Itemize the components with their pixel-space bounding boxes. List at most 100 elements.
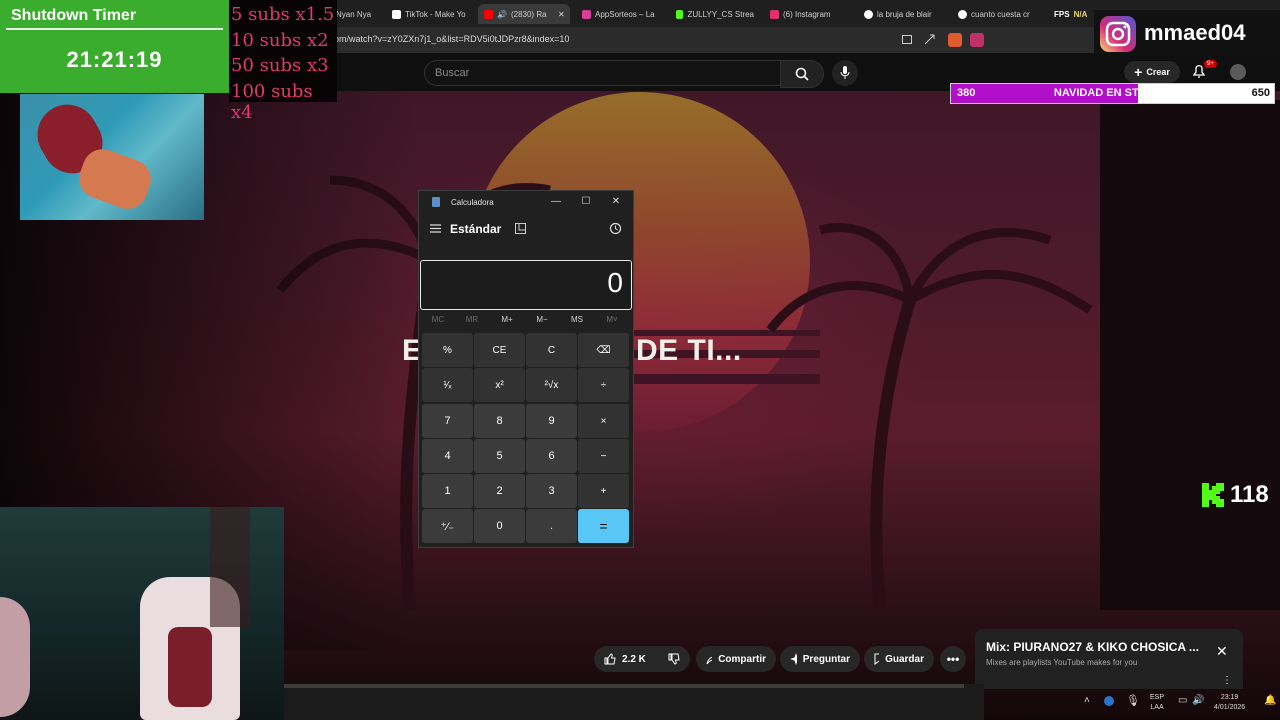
share-arrow-icon (706, 656, 713, 665)
system-tray: ˄ 🎙 ESP LAA ▭ 🔊 23:19 4/01/2026 🔔 (1074, 689, 1280, 720)
like-button[interactable]: 2.2 K (594, 646, 658, 672)
browser-tab[interactable]: TikTok - Make Yo (392, 4, 468, 24)
video-progress-bar[interactable] (284, 684, 964, 688)
cast-icon[interactable] (902, 35, 912, 44)
share-icon[interactable] (924, 34, 935, 45)
goal-current: 380 (957, 87, 976, 99)
notification-icon[interactable]: 🔔 (1264, 695, 1276, 706)
maximize-button[interactable]: ☐ (579, 195, 593, 209)
sparkle-icon (790, 653, 797, 665)
percent-key[interactable]: % (422, 333, 473, 367)
more-vert-icon[interactable]: ⋮ (1222, 675, 1232, 686)
microphone-icon[interactable]: 🎙 (1126, 694, 1140, 707)
bookmark-icon (874, 653, 880, 665)
clear-key[interactable]: C (526, 333, 577, 367)
square-root-key[interactable]: ²√x (526, 368, 577, 402)
hamburger-menu-icon[interactable] (430, 224, 441, 233)
divide-key[interactable]: ÷ (578, 368, 629, 402)
multiply-key[interactable]: × (578, 404, 629, 438)
network-icon[interactable]: ▭ (1178, 695, 1187, 706)
share-button[interactable]: Compartir (696, 646, 776, 672)
digit-1-key[interactable]: 1 (422, 474, 473, 508)
shutdown-timer-widget: Shutdown Timer 21:21:19 (0, 0, 229, 93)
digit-8-key[interactable]: 8 (474, 404, 525, 438)
browser-tab[interactable]: (6) Instagram (770, 4, 842, 24)
subs-rule: 10 subs x2 (231, 30, 329, 51)
clock[interactable]: 23:19 4/01/2026 (1214, 693, 1245, 713)
decimal-key[interactable]: . (526, 509, 577, 543)
backspace-key[interactable]: ⌫ (578, 333, 629, 367)
mix-playlist-card[interactable]: Mix: PIURANO27 & KIKO CHOSICA ... Mixes … (975, 629, 1243, 689)
more-actions-button[interactable]: ••• (940, 646, 966, 672)
thumbs-down-icon (668, 653, 680, 665)
microphone-icon (840, 66, 850, 79)
reciprocal-key[interactable]: ¹⁄ₓ (422, 368, 473, 402)
browser-tab[interactable]: ZULLYY_CS Strea (676, 4, 754, 24)
digit-7-key[interactable]: 7 (422, 404, 473, 438)
close-tab-button[interactable]: ✕ (558, 4, 570, 24)
avatar[interactable] (1230, 64, 1246, 80)
google-icon (864, 9, 873, 19)
subs-multiplier-list: 5 subs x1.5 10 subs x2 50 subs x3 100 su… (229, 0, 337, 123)
timer-title: Shutdown Timer (11, 7, 137, 24)
display-value: 0 (607, 267, 623, 298)
close-button[interactable]: ✕ (609, 195, 623, 209)
browser-tab[interactable]: Nyan Nya (336, 4, 380, 24)
brave-shield-icon[interactable] (948, 33, 962, 47)
square-key[interactable]: x² (474, 368, 525, 402)
chevron-up-icon[interactable]: ˄ (1084, 695, 1090, 706)
digit-6-key[interactable]: 6 (526, 439, 577, 473)
minimize-button[interactable]: — (549, 195, 563, 209)
create-button[interactable]: + Crear (1124, 61, 1180, 83)
digit-4-key[interactable]: 4 (422, 439, 473, 473)
calculator-window[interactable]: Calculadora — ☐ ✕ Estándar 0 MC MR M+ M−… (418, 190, 634, 548)
memory-subtract-button[interactable]: M− (527, 315, 557, 324)
memory-list-button[interactable]: M˅ (597, 315, 627, 324)
digit-9-key[interactable]: 9 (526, 404, 577, 438)
browser-tab[interactable]: cuanto cuesta cr (958, 4, 1038, 24)
volume-icon[interactable]: 🔊 (1192, 695, 1204, 706)
memory-add-button[interactable]: M+ (492, 315, 522, 324)
kick-viewer-count: 118 (1202, 481, 1269, 509)
subs-rule: 5 subs x1.5 (231, 4, 335, 25)
memory-clear-button[interactable]: MC (423, 315, 453, 324)
subtract-key[interactable]: − (578, 439, 629, 473)
calculator-mode-title: Estándar (450, 222, 502, 236)
negate-key[interactable]: ⁺⁄₋ (422, 509, 473, 543)
webcam-feed (0, 507, 284, 720)
fps-counter: FPS N/A (1054, 9, 1088, 19)
memory-store-button[interactable]: MS (562, 315, 592, 324)
onedrive-icon[interactable] (1104, 696, 1114, 706)
close-icon[interactable]: ✕ (1216, 643, 1228, 660)
window-title: Calculadora (451, 198, 494, 207)
rewards-icon[interactable] (970, 33, 984, 47)
search-button[interactable] (780, 60, 824, 88)
palm-tree (766, 223, 1093, 610)
dislike-button[interactable] (658, 646, 690, 672)
digit-3-key[interactable]: 3 (526, 474, 577, 508)
language-indicator[interactable]: ESP LAA (1150, 693, 1164, 713)
browser-tab-active[interactable]: 🔊 (2830) Ra (478, 4, 570, 24)
kick-icon (676, 9, 684, 19)
search-input[interactable]: Buscar (424, 60, 782, 86)
digit-2-key[interactable]: 2 (474, 474, 525, 508)
memory-recall-button[interactable]: MR (457, 315, 487, 324)
keep-on-top-icon[interactable] (515, 223, 526, 234)
history-icon[interactable] (609, 222, 622, 235)
mix-title: Mix: PIURANO27 & KIKO CHOSICA ... (986, 640, 1199, 654)
goal-target: 650 (1251, 87, 1270, 99)
save-button[interactable]: Guardar (864, 646, 934, 672)
clear-entry-key[interactable]: CE (474, 333, 525, 367)
browser-tab[interactable]: AppSorteos – La (582, 4, 658, 24)
more-icon: ••• (946, 652, 960, 666)
digit-0-key[interactable]: 0 (474, 509, 525, 543)
add-key[interactable]: + (578, 474, 629, 508)
voice-search-button[interactable] (832, 60, 858, 86)
tiktok-icon (392, 9, 401, 19)
digit-5-key[interactable]: 5 (474, 439, 525, 473)
ask-button[interactable]: Preguntar (780, 646, 860, 672)
overlay-image (20, 94, 204, 220)
browser-tab[interactable]: la bruja de blair (864, 4, 942, 24)
equals-key[interactable]: = (578, 509, 629, 543)
viewer-count: 118 (1230, 481, 1269, 508)
